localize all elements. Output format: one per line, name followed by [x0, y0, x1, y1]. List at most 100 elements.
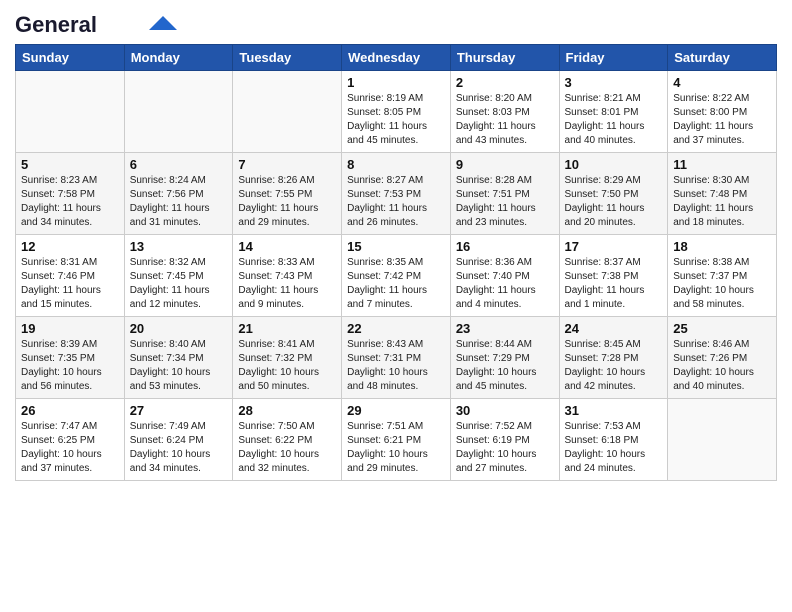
- day-number: 9: [456, 157, 554, 172]
- calendar-cell: [16, 71, 125, 153]
- calendar-cell: 25 Sunrise: 8:46 AM Sunset: 7:26 PM Dayli…: [668, 317, 777, 399]
- day-info: Sunrise: 8:30 AM Sunset: 7:48 PM Dayligh…: [673, 174, 771, 230]
- day-info: Sunrise: 8:22 AM Sunset: 8:00 PM Dayligh…: [673, 92, 771, 148]
- calendar-cell: 29Sunrise: 7:51 AM Sunset: 6:21 PM Dayli…: [342, 399, 451, 481]
- day-number: 19: [21, 321, 119, 336]
- day-number: 10: [565, 157, 663, 172]
- calendar-cell: 8 Sunrise: 8:27 AM Sunset: 7:53 PM Daylig…: [342, 153, 451, 235]
- logo-arrow-icon: [149, 16, 177, 30]
- day-info: Sunrise: 8:33 AM Sunset: 7:43 PM Dayligh…: [238, 256, 336, 312]
- day-info: Sunrise: 7:49 AM Sunset: 6:24 PM Dayligh…: [130, 420, 228, 476]
- day-number: 27: [130, 403, 228, 418]
- day-info: Sunrise: 8:28 AM Sunset: 7:51 PM Dayligh…: [456, 174, 554, 230]
- day-number: 5: [21, 157, 119, 172]
- day-number: 28: [238, 403, 336, 418]
- day-number: 12: [21, 239, 119, 254]
- day-info: Sunrise: 8:20 AM Sunset: 8:03 PM Dayligh…: [456, 92, 554, 148]
- day-number: 16: [456, 239, 554, 254]
- calendar-cell: 18 Sunrise: 8:38 AM Sunset: 7:37 PM Dayli…: [668, 235, 777, 317]
- calendar-cell: 11 Sunrise: 8:30 AM Sunset: 7:48 PM Dayli…: [668, 153, 777, 235]
- weekday-header: Tuesday: [233, 45, 342, 71]
- day-info: Sunrise: 8:27 AM Sunset: 7:53 PM Dayligh…: [347, 174, 445, 230]
- calendar-cell: 21 Sunrise: 8:41 AM Sunset: 7:32 PM Dayli…: [233, 317, 342, 399]
- day-number: 2: [456, 75, 554, 90]
- calendar-cell: 30 Sunrise: 7:52 AM Sunset: 6:19 PM Dayli…: [450, 399, 559, 481]
- day-number: 8: [347, 157, 445, 172]
- weekday-header: Thursday: [450, 45, 559, 71]
- day-info: Sunrise: 8:45 AM Sunset: 7:28 PM Dayligh…: [565, 338, 663, 394]
- day-number: 23: [456, 321, 554, 336]
- calendar-cell: 16 Sunrise: 8:36 AM Sunset: 7:40 PM Dayli…: [450, 235, 559, 317]
- calendar-cell: 3 Sunrise: 8:21 AM Sunset: 8:01 PM Daylig…: [559, 71, 668, 153]
- calendar-cell: 20Sunrise: 8:40 AM Sunset: 7:34 PM Dayli…: [124, 317, 233, 399]
- day-info: Sunrise: 8:35 AM Sunset: 7:42 PM Dayligh…: [347, 256, 445, 312]
- weekday-header: Friday: [559, 45, 668, 71]
- day-number: 26: [21, 403, 119, 418]
- calendar-cell: 24 Sunrise: 8:45 AM Sunset: 7:28 PM Dayli…: [559, 317, 668, 399]
- calendar-cell: 22 Sunrise: 8:43 AM Sunset: 7:31 PM Dayli…: [342, 317, 451, 399]
- calendar-cell: [668, 399, 777, 481]
- day-info: Sunrise: 8:24 AM Sunset: 7:56 PM Dayligh…: [130, 174, 228, 230]
- calendar-cell: 4 Sunrise: 8:22 AM Sunset: 8:00 PM Daylig…: [668, 71, 777, 153]
- day-info: Sunrise: 8:36 AM Sunset: 7:40 PM Dayligh…: [456, 256, 554, 312]
- day-info: Sunrise: 8:39 AM Sunset: 7:35 PM Dayligh…: [21, 338, 119, 394]
- day-info: Sunrise: 8:21 AM Sunset: 8:01 PM Dayligh…: [565, 92, 663, 148]
- calendar-cell: 23Sunrise: 8:44 AM Sunset: 7:29 PM Dayli…: [450, 317, 559, 399]
- calendar-cell: [233, 71, 342, 153]
- calendar-cell: [124, 71, 233, 153]
- day-number: 22: [347, 321, 445, 336]
- day-number: 13: [130, 239, 228, 254]
- day-number: 6: [130, 157, 228, 172]
- calendar-cell: 19 Sunrise: 8:39 AM Sunset: 7:35 PM Dayli…: [16, 317, 125, 399]
- calendar-cell: 14 Sunrise: 8:33 AM Sunset: 7:43 PM Dayli…: [233, 235, 342, 317]
- day-info: Sunrise: 8:23 AM Sunset: 7:58 PM Dayligh…: [21, 174, 119, 230]
- calendar-cell: 7Sunrise: 8:26 AM Sunset: 7:55 PM Daylig…: [233, 153, 342, 235]
- weekday-header: Sunday: [16, 45, 125, 71]
- day-number: 21: [238, 321, 336, 336]
- day-info: Sunrise: 8:32 AM Sunset: 7:45 PM Dayligh…: [130, 256, 228, 312]
- day-info: Sunrise: 7:47 AM Sunset: 6:25 PM Dayligh…: [21, 420, 119, 476]
- weekday-header: Wednesday: [342, 45, 451, 71]
- calendar-cell: 2 Sunrise: 8:20 AM Sunset: 8:03 PM Daylig…: [450, 71, 559, 153]
- day-info: Sunrise: 8:37 AM Sunset: 7:38 PM Dayligh…: [565, 256, 663, 312]
- calendar-cell: 12 Sunrise: 8:31 AM Sunset: 7:46 PM Dayli…: [16, 235, 125, 317]
- calendar-cell: 13 Sunrise: 8:32 AM Sunset: 7:45 PM Dayli…: [124, 235, 233, 317]
- day-number: 11: [673, 157, 771, 172]
- day-info: Sunrise: 8:29 AM Sunset: 7:50 PM Dayligh…: [565, 174, 663, 230]
- day-info: Sunrise: 8:41 AM Sunset: 7:32 PM Dayligh…: [238, 338, 336, 394]
- logo-text: General: [15, 14, 97, 36]
- day-info: Sunrise: 8:19 AM Sunset: 8:05 PM Dayligh…: [347, 92, 445, 148]
- calendar-cell: 9 Sunrise: 8:28 AM Sunset: 7:51 PM Daylig…: [450, 153, 559, 235]
- day-number: 3: [565, 75, 663, 90]
- day-number: 18: [673, 239, 771, 254]
- day-info: Sunrise: 7:51 AM Sunset: 6:21 PM Dayligh…: [347, 420, 445, 476]
- calendar-cell: 6 Sunrise: 8:24 AM Sunset: 7:56 PM Daylig…: [124, 153, 233, 235]
- day-number: 14: [238, 239, 336, 254]
- calendar-cell: 10 Sunrise: 8:29 AM Sunset: 7:50 PM Dayli…: [559, 153, 668, 235]
- calendar-cell: 27 Sunrise: 7:49 AM Sunset: 6:24 PM Dayli…: [124, 399, 233, 481]
- day-number: 24: [565, 321, 663, 336]
- calendar-cell: 1 Sunrise: 8:19 AM Sunset: 8:05 PM Daylig…: [342, 71, 451, 153]
- calendar-cell: 31Sunrise: 7:53 AM Sunset: 6:18 PM Dayli…: [559, 399, 668, 481]
- day-number: 1: [347, 75, 445, 90]
- calendar-cell: 26 Sunrise: 7:47 AM Sunset: 6:25 PM Dayli…: [16, 399, 125, 481]
- page-header: General: [15, 10, 777, 36]
- day-info: Sunrise: 8:31 AM Sunset: 7:46 PM Dayligh…: [21, 256, 119, 312]
- day-number: 15: [347, 239, 445, 254]
- day-info: Sunrise: 7:50 AM Sunset: 6:22 PM Dayligh…: [238, 420, 336, 476]
- calendar-cell: 28 Sunrise: 7:50 AM Sunset: 6:22 PM Dayli…: [233, 399, 342, 481]
- weekday-header: Saturday: [668, 45, 777, 71]
- day-info: Sunrise: 8:26 AM Sunset: 7:55 PM Dayligh…: [238, 174, 336, 230]
- day-number: 20: [130, 321, 228, 336]
- day-number: 30: [456, 403, 554, 418]
- day-number: 25: [673, 321, 771, 336]
- day-number: 4: [673, 75, 771, 90]
- calendar-table: SundayMondayTuesdayWednesdayThursdayFrid…: [15, 44, 777, 481]
- day-number: 31: [565, 403, 663, 418]
- day-info: Sunrise: 8:43 AM Sunset: 7:31 PM Dayligh…: [347, 338, 445, 394]
- calendar-cell: 15 Sunrise: 8:35 AM Sunset: 7:42 PM Dayli…: [342, 235, 451, 317]
- weekday-header: Monday: [124, 45, 233, 71]
- day-info: Sunrise: 7:52 AM Sunset: 6:19 PM Dayligh…: [456, 420, 554, 476]
- day-info: Sunrise: 8:46 AM Sunset: 7:26 PM Dayligh…: [673, 338, 771, 394]
- day-info: Sunrise: 8:38 AM Sunset: 7:37 PM Dayligh…: [673, 256, 771, 312]
